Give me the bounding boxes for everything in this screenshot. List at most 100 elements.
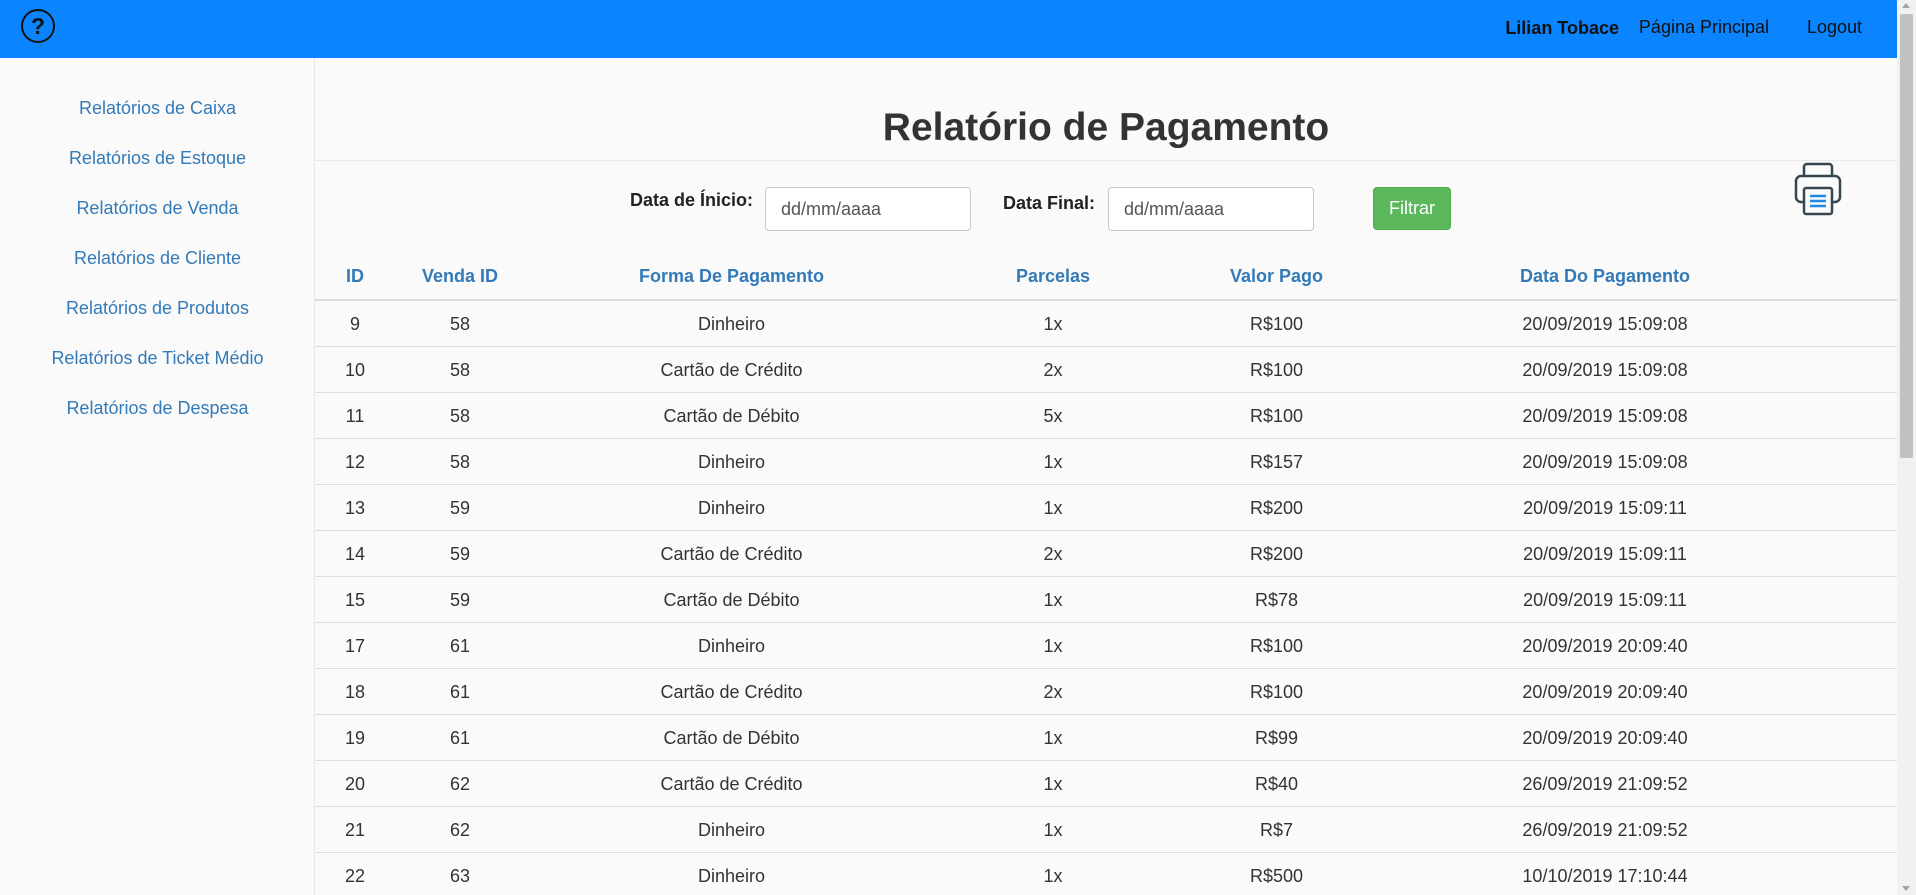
cell-valor-pago: R$100 <box>1249 636 1304 656</box>
sidebar-item-estoque[interactable]: Relatórios de Estoque <box>0 148 315 169</box>
cell-forma-pagamento: Cartão de Crédito <box>660 774 803 794</box>
cell-valor-pago: R$78 <box>1254 590 1299 610</box>
cell-venda-id: 61 <box>449 636 471 656</box>
cell-data-pagamento: 20/09/2019 15:09:11 <box>1523 498 1687 518</box>
cell-parcelas: 1x <box>1043 452 1063 472</box>
cell-valor-pago: R$100 <box>1249 360 1304 380</box>
sidebar-item-cliente[interactable]: Relatórios de Cliente <box>0 248 315 269</box>
help-icon[interactable]: ? <box>21 9 55 43</box>
table-row: 22 63 Dinheiro 1x R$500 10/10/2019 17:10:44 <box>315 853 1897 895</box>
cell-id: 21 <box>344 820 366 840</box>
column-header-data-pagamento[interactable]: Data Do Pagamento <box>1385 266 1825 287</box>
home-link[interactable]: Página Principal <box>1639 17 1769 38</box>
cell-venda-id: 61 <box>449 682 471 702</box>
cell-forma-pagamento: Cartão de Crédito <box>660 544 803 564</box>
cell-valor-pago: R$40 <box>1254 774 1299 794</box>
main-content: Relatório de Pagamento Data de Ínicio: d… <box>315 58 1897 895</box>
table-row: 14 59 Cartão de Crédito 2x R$200 20/09/2019 1… <box>315 531 1897 577</box>
cell-forma-pagamento: Dinheiro <box>697 452 766 472</box>
cell-valor-pago: R$500 <box>1249 866 1304 886</box>
cell-valor-pago: R$100 <box>1249 682 1304 702</box>
cell-data-pagamento: 20/09/2019 15:09:08 <box>1522 452 1688 472</box>
cell-venda-id: 63 <box>449 866 471 886</box>
cell-forma-pagamento: Dinheiro <box>697 820 766 840</box>
sidebar-item-caixa[interactable]: Relatórios de Caixa <box>0 98 315 119</box>
sidebar-item-despesa[interactable]: Relatórios de Despesa <box>0 398 315 419</box>
cell-valor-pago: R$7 <box>1259 820 1294 840</box>
column-header-id[interactable]: ID <box>315 266 395 287</box>
cell-venda-id: 62 <box>449 820 471 840</box>
end-date-label: Data Final: <box>1003 193 1096 213</box>
scrollbar-thumb[interactable] <box>1900 14 1913 458</box>
cell-parcelas: 1x <box>1043 636 1063 656</box>
cell-forma-pagamento: Cartão de Débito <box>663 406 800 426</box>
table-row: 12 58 Dinheiro 1x R$157 20/09/2019 15:09:08 <box>315 439 1897 485</box>
column-header-valor-pago[interactable]: Valor Pago <box>1168 266 1385 287</box>
cell-id: 9 <box>349 314 360 334</box>
cell-data-pagamento: 20/09/2019 20:09:40 <box>1522 636 1688 656</box>
cell-id: 19 <box>344 728 366 748</box>
payments-table: ID Venda ID Forma De Pagamento Parcelas … <box>315 254 1897 895</box>
table-row: 18 61 Cartão de Crédito 2x R$100 20/09/2019 2… <box>315 669 1897 715</box>
filter-button[interactable]: Filtrar <box>1373 187 1451 230</box>
cell-valor-pago: R$200 <box>1249 544 1304 564</box>
table-row: 13 59 Dinheiro 1x R$200 20/09/2019 15:09:11 <box>315 485 1897 531</box>
table-row: 17 61 Dinheiro 1x R$100 20/09/2019 20:09:40 <box>315 623 1897 669</box>
cell-valor-pago: R$200 <box>1249 498 1304 518</box>
cell-parcelas: 5x <box>1043 406 1063 426</box>
cell-id: 17 <box>344 636 366 656</box>
vertical-scrollbar[interactable] <box>1897 0 1916 895</box>
scroll-down-arrow-icon[interactable] <box>1902 886 1910 891</box>
table-row: 19 61 Cartão de Débito 1x R$99 20/09/2019 20:… <box>315 715 1897 761</box>
scroll-up-arrow-icon[interactable] <box>1902 3 1910 8</box>
cell-parcelas: 1x <box>1043 314 1063 334</box>
cell-data-pagamento: 26/09/2019 21:09:52 <box>1522 774 1688 794</box>
sidebar-item-ticket-medio[interactable]: Relatórios de Ticket Médio <box>0 348 315 369</box>
logout-link[interactable]: Logout <box>1807 17 1862 38</box>
table-row: 10 58 Cartão de Crédito 2x R$100 20/09/2019 1… <box>315 347 1897 393</box>
cell-parcelas: 2x <box>1043 544 1063 564</box>
cell-data-pagamento: 20/09/2019 15:09:11 <box>1523 544 1687 564</box>
cell-parcelas: 1x <box>1043 820 1063 840</box>
printer-icon[interactable] <box>1793 162 1843 216</box>
end-date-input[interactable]: dd/mm/aaaa <box>1108 187 1314 231</box>
cell-valor-pago: R$100 <box>1249 314 1304 334</box>
cell-forma-pagamento: Cartão de Crédito <box>660 682 803 702</box>
sidebar-item-produtos[interactable]: Relatórios de Produtos <box>0 298 315 319</box>
cell-id: 20 <box>344 774 366 794</box>
cell-venda-id: 59 <box>449 544 471 564</box>
table-body: 9 58 Dinheiro 1x R$100 20/09/2019 15:09:08 10 5… <box>315 301 1897 895</box>
cell-venda-id: 59 <box>449 590 471 610</box>
cell-parcelas: 1x <box>1043 866 1063 886</box>
sidebar-item-venda[interactable]: Relatórios de Venda <box>0 198 315 219</box>
cell-venda-id: 62 <box>449 774 471 794</box>
cell-forma-pagamento: Dinheiro <box>697 636 766 656</box>
cell-parcelas: 1x <box>1043 498 1063 518</box>
cell-data-pagamento: 20/09/2019 15:09:08 <box>1522 314 1688 334</box>
user-name: Lilian Tobace <box>1505 18 1619 38</box>
cell-parcelas: 1x <box>1043 590 1063 610</box>
cell-forma-pagamento: Dinheiro <box>697 866 766 886</box>
cell-id: 12 <box>344 452 366 472</box>
cell-venda-id: 58 <box>449 452 471 472</box>
cell-data-pagamento: 10/10/2019 17:10:44 <box>1522 866 1688 886</box>
title-divider <box>315 160 1897 161</box>
column-header-venda-id[interactable]: Venda ID <box>395 266 525 287</box>
table-header: ID Venda ID Forma De Pagamento Parcelas … <box>315 254 1897 301</box>
table-row: 9 58 Dinheiro 1x R$100 20/09/2019 15:09:08 <box>315 301 1897 347</box>
cell-id: 11 <box>345 406 365 426</box>
sidebar: Relatórios de Caixa Relatórios de Estoqu… <box>0 58 315 895</box>
table-row: 20 62 Cartão de Crédito 1x R$40 26/09/2019 21… <box>315 761 1897 807</box>
start-date-label: Data de Ínicio: <box>630 190 754 210</box>
cell-forma-pagamento: Cartão de Débito <box>663 590 800 610</box>
start-date-input[interactable]: dd/mm/aaaa <box>765 187 971 231</box>
cell-valor-pago: R$100 <box>1249 406 1304 426</box>
cell-forma-pagamento: Dinheiro <box>697 314 766 334</box>
column-header-forma-pagamento[interactable]: Forma De Pagamento <box>525 266 938 287</box>
cell-id: 13 <box>344 498 366 518</box>
cell-id: 15 <box>344 590 366 610</box>
cell-parcelas: 2x <box>1043 682 1063 702</box>
cell-data-pagamento: 20/09/2019 15:09:11 <box>1523 590 1687 610</box>
column-header-parcelas[interactable]: Parcelas <box>938 266 1168 287</box>
cell-parcelas: 1x <box>1043 728 1063 748</box>
